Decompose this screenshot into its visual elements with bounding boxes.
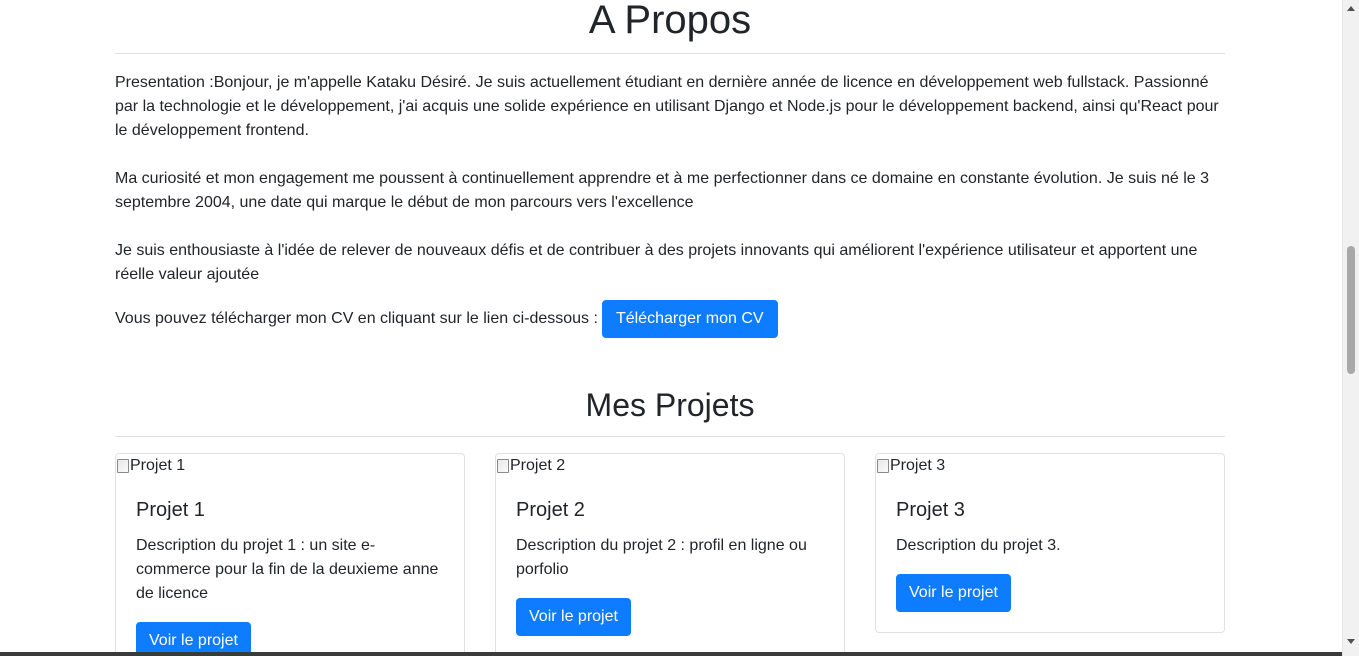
project-3-body: Projet 3 Description du projet 3. Voir l… (876, 478, 1224, 632)
project-2-image: Projet 2 (496, 454, 844, 478)
about-title: A Propos (588, 0, 752, 42)
project-2-body: Projet 2 Description du projet 2 : profi… (496, 478, 844, 656)
project-card-3: Projet 3 Projet 3 Description du projet … (875, 453, 1225, 634)
scroll-up-arrow-icon[interactable] (1347, 6, 1355, 11)
project-2-view-button[interactable]: Voir le projet (516, 598, 631, 637)
projects-divider (115, 436, 1225, 438)
project-1-view-button[interactable]: Voir le projet (136, 622, 251, 656)
vertical-scrollbar[interactable] (1342, 0, 1359, 656)
about-paragraph-2: Ma curiosité et mon engagement me pousse… (115, 170, 1209, 211)
about-paragraph-3: Je suis enthousiaste à l'idée de relever… (115, 242, 1198, 283)
project-2-image-alt: Projet 2 (510, 457, 566, 475)
scroll-down-arrow-icon[interactable] (1347, 639, 1355, 644)
project-3-view-button[interactable]: Voir le projet (896, 574, 1011, 613)
project-3-description: Description du projet 3. (896, 537, 1061, 555)
project-card-2: Projet 2 Projet 2 Description du projet … (495, 453, 845, 656)
window-bottom-edge (0, 652, 1342, 656)
project-3-image-alt: Projet 3 (890, 457, 946, 475)
project-2-description: Description du projet 2 : profil en lign… (516, 537, 807, 579)
project-1-description: Description du projet 1 : un site e-comm… (136, 537, 439, 603)
project-1-title: Projet 1 (136, 499, 205, 522)
broken-image-icon (116, 458, 130, 474)
project-card-1: Projet 1 Projet 1 Description du projet … (115, 453, 465, 656)
broken-image-icon (876, 458, 890, 474)
about-paragraph-1: Presentation :Bonjour, je m'appelle Kata… (115, 74, 1219, 139)
projects-title: Mes Projets (585, 387, 755, 423)
project-1-body: Projet 1 Description du projet 1 : un si… (116, 478, 464, 656)
project-cards: Projet 1 Projet 1 Description du projet … (115, 453, 1225, 656)
cv-download-line: Vous pouvez télécharger mon CV en cliqua… (115, 300, 1225, 338)
scrollbar-thumb[interactable] (1347, 246, 1355, 374)
project-3-title: Projet 3 (896, 499, 965, 522)
cv-download-text: Vous pouvez télécharger mon CV en cliqua… (115, 310, 598, 327)
page-content: A Propos Presentation :Bonjour, je m'app… (115, 0, 1225, 656)
browser-viewport: A Propos Presentation :Bonjour, je m'app… (0, 0, 1359, 656)
project-3-image: Projet 3 (876, 454, 1224, 478)
broken-image-icon (496, 458, 510, 474)
project-1-image-alt: Projet 1 (130, 457, 186, 475)
download-cv-button[interactable]: Télécharger mon CV (601, 300, 778, 338)
project-2-title: Projet 2 (516, 499, 585, 522)
about-divider (115, 53, 1225, 54)
project-1-image: Projet 1 (116, 454, 464, 478)
